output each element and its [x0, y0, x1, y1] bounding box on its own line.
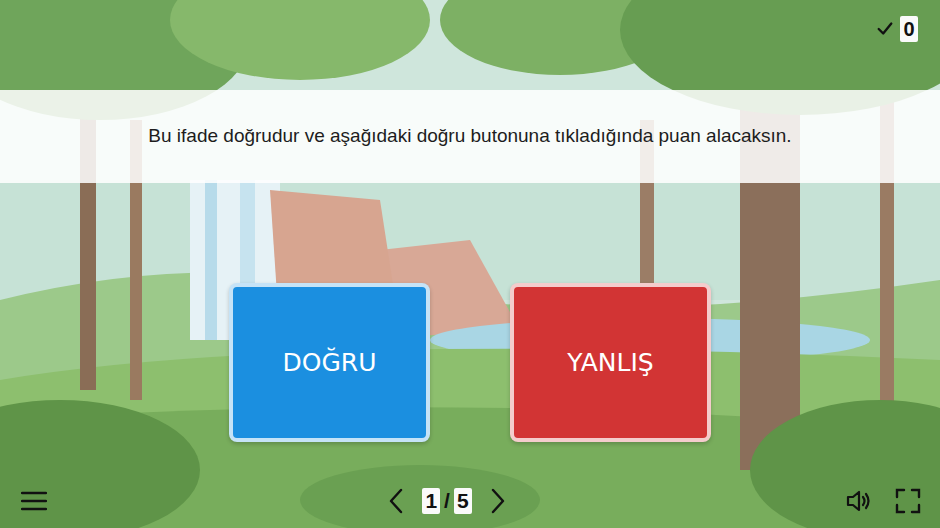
next-button[interactable]	[482, 485, 514, 517]
score-counter: 0	[876, 16, 918, 42]
question-banner: Bu ifade doğrudur ve aşağıdaki doğru but…	[0, 90, 940, 183]
answer-button[interactable]: YANLIŞ	[510, 283, 711, 442]
fullscreen-icon	[895, 488, 921, 514]
jungle-background	[0, 0, 940, 528]
sound-button[interactable]	[844, 485, 876, 517]
page-separator: /	[444, 485, 450, 517]
page-indicator: 1/5	[422, 485, 471, 517]
hamburger-icon	[21, 490, 47, 512]
top-bar: 0	[0, 0, 940, 90]
score-value: 0	[900, 16, 918, 42]
answer-button[interactable]: DOĞRU	[229, 283, 430, 442]
chevron-left-icon	[388, 488, 404, 514]
previous-button[interactable]	[380, 485, 412, 517]
quiz-stage: 0 Bu ifade doğrudur ve aşağıdaki doğru b…	[0, 0, 940, 528]
total-pages: 5	[454, 488, 472, 514]
question-text: Bu ifade doğrudur ve aşağıdaki doğru but…	[148, 122, 791, 151]
menu-button[interactable]	[18, 485, 50, 517]
bottom-bar: 1/5	[0, 478, 940, 528]
current-page: 1	[422, 488, 440, 514]
speaker-icon	[846, 489, 874, 513]
chevron-right-icon	[490, 488, 506, 514]
fullscreen-button[interactable]	[892, 485, 924, 517]
pager: 1/5	[380, 485, 513, 517]
check-icon	[876, 20, 894, 38]
answer-row: DOĞRU YANLIŞ	[0, 283, 940, 442]
